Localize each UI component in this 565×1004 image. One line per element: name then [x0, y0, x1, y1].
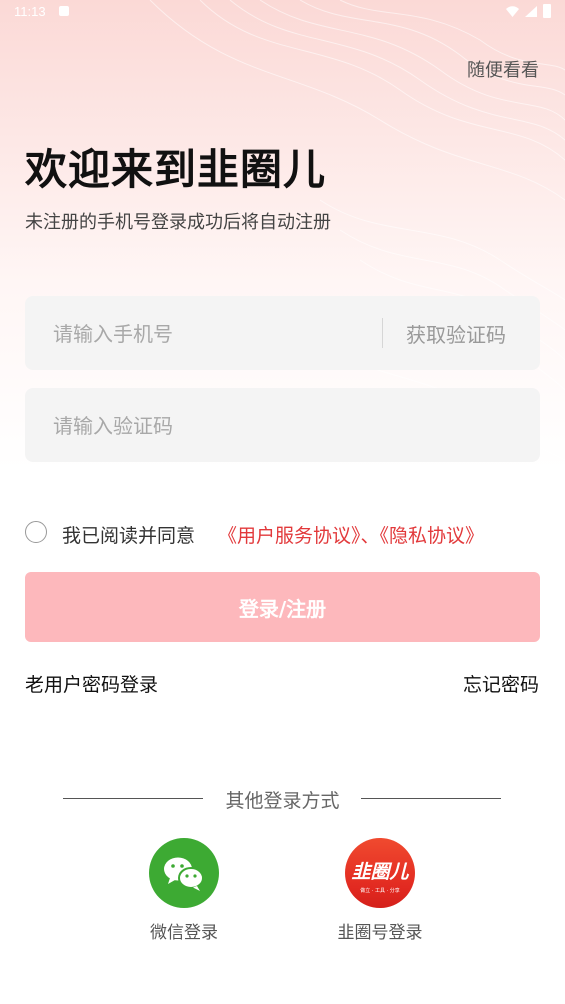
jiuquan-logo-tagline: 做立 · 工具 · 分享 — [360, 887, 400, 894]
agreement-checkbox[interactable] — [25, 521, 47, 543]
wechat-icon[interactable] — [149, 838, 219, 908]
forgot-password-link[interactable]: 忘记密码 — [463, 670, 539, 697]
status-icons — [506, 4, 551, 18]
page-subtitle: 未注册的手机号登录成功后将自动注册 — [25, 212, 331, 233]
agreement-links[interactable]: 《用户服务协议》、《隐私协议》 — [218, 521, 484, 548]
verification-code-input[interactable] — [51, 388, 515, 464]
jiuquan-login-option[interactable]: 韭圈儿 做立 · 工具 · 分享 韭圈号登录 — [320, 838, 440, 943]
wechat-login-label: 微信登录 — [150, 923, 218, 943]
page-title: 欢迎来到韭圈儿 — [25, 145, 327, 194]
signal-icon — [525, 5, 537, 17]
jiuquan-logo-text: 韭圈儿 — [351, 861, 409, 883]
browse-skip-link[interactable]: 随便看看 — [467, 56, 539, 82]
login-register-button[interactable]: 登录/注册 — [25, 572, 540, 642]
input-divider — [382, 318, 383, 348]
divider-right — [361, 798, 501, 799]
other-login-title: 其他登录方式 — [225, 790, 340, 812]
get-code-button[interactable]: 获取验证码 — [406, 319, 506, 348]
battery-icon — [543, 4, 551, 18]
notification-icon — [59, 6, 69, 16]
wechat-login-option[interactable]: 微信登录 — [124, 838, 244, 943]
password-login-link[interactable]: 老用户密码登录 — [25, 670, 158, 697]
jiuquan-login-label: 韭圈号登录 — [337, 923, 423, 943]
phone-input-container: 获取验证码 — [25, 296, 540, 372]
code-input-container — [25, 388, 540, 464]
agreement-text: 我已阅读并同意 — [62, 525, 196, 547]
status-time: 11:13 — [14, 4, 46, 19]
jiuquan-logo-icon[interactable]: 韭圈儿 做立 · 工具 · 分享 — [345, 838, 415, 908]
jiuquan-logo-graphic: 韭圈儿 做立 · 工具 · 分享 — [351, 861, 409, 894]
phone-input[interactable] — [51, 296, 375, 372]
wechat-glyph-icon — [164, 857, 204, 891]
wifi-icon — [506, 5, 519, 17]
status-bar: 11:13 — [0, 0, 565, 24]
